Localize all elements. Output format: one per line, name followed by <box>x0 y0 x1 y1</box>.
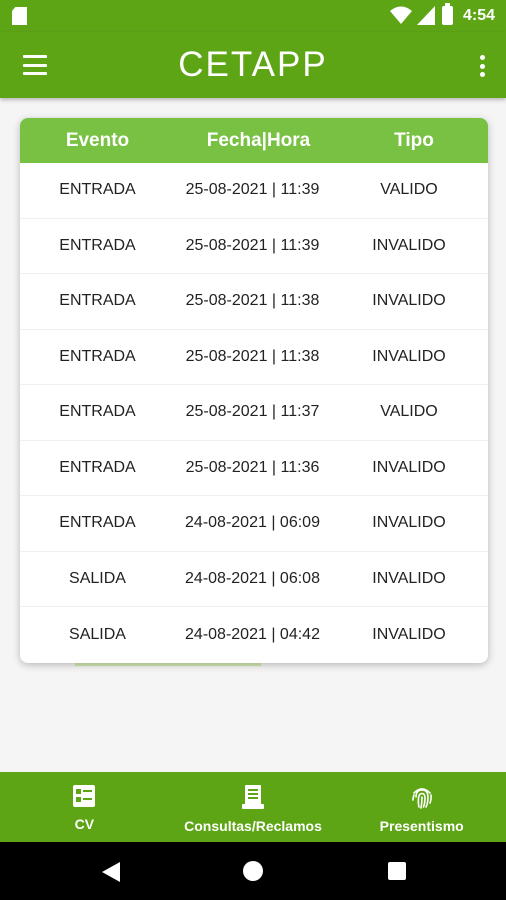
android-navigation-bar <box>0 842 506 900</box>
table-row[interactable]: ENTRADA 25-08-2021 | 11:39 INVALIDO <box>20 219 488 274</box>
more-dot <box>479 72 485 77</box>
signal-icon <box>417 6 435 25</box>
cell-evento: ENTRADA <box>59 347 136 365</box>
table-row[interactable]: SALIDA 24-08-2021 | 04:42 INVALIDO <box>20 607 488 663</box>
status-clock: 4:54 <box>463 7 496 24</box>
cell-tipo: INVALIDO <box>372 514 446 532</box>
wifi-icon <box>390 6 412 24</box>
cell-fecha-hora: 25-08-2021 | 11:38 <box>185 347 320 365</box>
scroll-indicator <box>75 663 261 666</box>
cell-evento: SALIDA <box>69 569 126 587</box>
cell-evento: ENTRADA <box>59 181 136 199</box>
cell-tipo: INVALIDO <box>372 347 446 365</box>
nav-label-consultas-reclamos: Consultas/Reclamos <box>184 818 322 834</box>
cell-fecha-hora: 24-08-2021 | 04:42 <box>185 625 320 643</box>
header-tipo: Tipo <box>394 129 434 151</box>
nav-item-cv[interactable]: CV <box>0 772 169 842</box>
cell-evento: ENTRADA <box>59 292 136 310</box>
cell-fecha-hora: 25-08-2021 | 11:39 <box>185 181 320 199</box>
bottom-navigation: CV Consultas/Reclamos Presentismo <box>0 772 506 842</box>
cell-tipo: INVALIDO <box>372 292 446 310</box>
status-bar: 4:54 <box>0 0 506 32</box>
cell-fecha-hora: 25-08-2021 | 11:36 <box>185 458 320 476</box>
app-bar: CETAPP <box>0 32 506 98</box>
more-dot <box>479 55 485 60</box>
table-body[interactable]: ENTRADA 25-08-2021 | 11:39 VALIDO ENTRAD… <box>20 163 488 663</box>
battery-icon <box>442 3 453 25</box>
table-row[interactable]: ENTRADA 24-08-2021 | 06:09 INVALIDO <box>20 496 488 552</box>
recents-button[interactable] <box>388 862 406 880</box>
table-row[interactable]: ENTRADA 25-08-2021 | 11:38 INVALIDO <box>20 330 488 385</box>
table-row[interactable]: SALIDA 24-08-2021 | 06:08 INVALIDO <box>20 552 488 607</box>
cell-evento: ENTRADA <box>59 458 136 476</box>
home-button[interactable] <box>243 861 263 881</box>
sd-card-icon <box>12 7 27 25</box>
nav-label-cv: CV <box>74 816 95 832</box>
document-icon <box>242 785 264 809</box>
cell-fecha-hora: 24-08-2021 | 06:08 <box>185 569 320 587</box>
cell-evento: ENTRADA <box>59 403 136 421</box>
cell-fecha-hora: 25-08-2021 | 11:39 <box>185 236 320 254</box>
nav-item-consultas-reclamos[interactable]: Consultas/Reclamos <box>169 772 338 842</box>
cell-tipo: INVALIDO <box>372 458 446 476</box>
cell-fecha-hora: 25-08-2021 | 11:37 <box>185 403 320 421</box>
cell-fecha-hora: 25-08-2021 | 11:38 <box>185 292 320 310</box>
id-card-icon <box>73 785 96 807</box>
fingerprint-icon <box>411 788 432 809</box>
nav-item-presentismo[interactable]: Presentismo <box>337 772 506 842</box>
cell-tipo: INVALIDO <box>372 569 446 587</box>
header-evento: Evento <box>65 129 130 151</box>
cell-evento: SALIDA <box>69 625 126 643</box>
back-button[interactable] <box>102 862 120 882</box>
table-header: Evento Fecha|Hora Tipo <box>20 118 488 163</box>
cell-tipo: INVALIDO <box>372 625 446 643</box>
cell-evento: ENTRADA <box>59 514 136 532</box>
cell-tipo: VALIDO <box>380 403 438 421</box>
more-options-button[interactable] <box>472 52 492 80</box>
cell-tipo: INVALIDO <box>372 236 446 254</box>
table-row[interactable]: ENTRADA 25-08-2021 | 11:36 INVALIDO <box>20 441 488 496</box>
header-fecha-hora: Fecha|Hora <box>206 129 311 151</box>
app-title: CETAPP <box>178 45 328 84</box>
table-row[interactable]: ENTRADA 25-08-2021 | 11:37 VALIDO <box>20 385 488 441</box>
cell-evento: ENTRADA <box>59 236 136 254</box>
table-row[interactable]: ENTRADA 25-08-2021 | 11:38 INVALIDO <box>20 274 488 330</box>
events-card: Evento Fecha|Hora Tipo ENTRADA 25-08-202… <box>20 118 488 663</box>
cell-fecha-hora: 24-08-2021 | 06:09 <box>185 514 320 532</box>
more-dot <box>479 63 485 69</box>
cell-tipo: VALIDO <box>380 181 438 199</box>
nav-label-presentismo: Presentismo <box>379 818 464 834</box>
table-row[interactable]: ENTRADA 25-08-2021 | 11:39 VALIDO <box>20 163 488 219</box>
